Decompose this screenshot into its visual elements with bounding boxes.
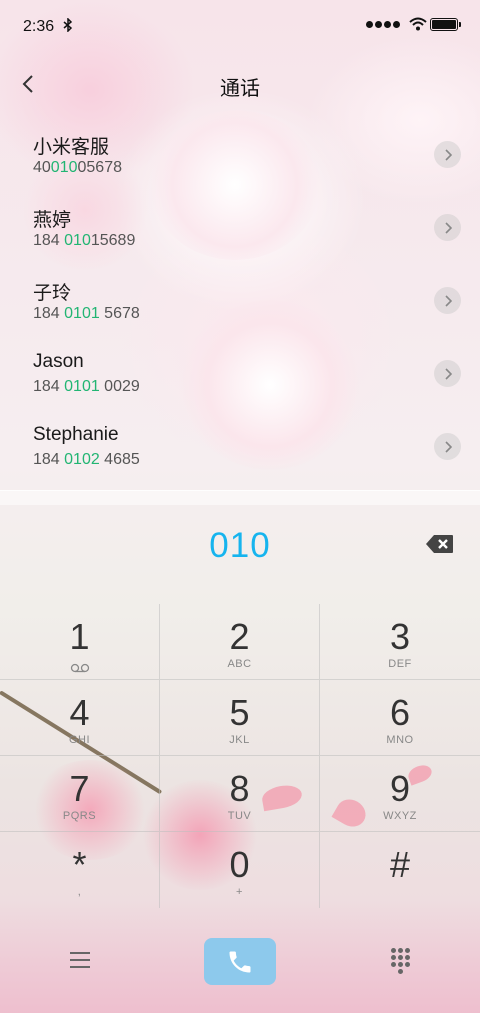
chevron-right-icon xyxy=(444,148,452,161)
signal-dots-icon xyxy=(366,21,400,28)
key-1[interactable]: 1 xyxy=(0,604,160,680)
match-highlight: 010 xyxy=(64,232,91,249)
contact-detail-button[interactable] xyxy=(434,287,461,314)
key-digit: # xyxy=(389,844,411,885)
contact-number: 184 0102 4685 xyxy=(33,451,140,468)
key-digit: 6 xyxy=(389,692,411,733)
contact-item[interactable]: 子玲 184 0101 5678 xyxy=(0,264,480,337)
key-digit: * xyxy=(72,844,87,885)
key-letters: , xyxy=(77,886,82,898)
key-0[interactable]: 0 + xyxy=(160,832,320,908)
key-digit: 0 xyxy=(229,844,250,885)
contact-detail-button[interactable] xyxy=(434,433,461,460)
contact-detail-button[interactable] xyxy=(434,141,461,168)
key-2[interactable]: 2 ABC xyxy=(160,604,320,680)
status-bar: 2:36 xyxy=(0,0,480,50)
key-letters: ABC xyxy=(227,658,252,670)
bluetooth-icon xyxy=(63,17,73,35)
chevron-right-icon xyxy=(444,221,452,234)
key-letters: MNO xyxy=(386,734,414,746)
contact-name: 子玲 xyxy=(33,283,72,304)
key-letters: PQRS xyxy=(62,810,97,822)
contact-number: 184 0101 5678 xyxy=(33,305,140,322)
key-digit: 7 xyxy=(69,768,90,809)
contact-name: 小米客服 xyxy=(33,137,110,158)
chevron-right-icon xyxy=(444,440,452,453)
backspace-icon xyxy=(426,535,453,553)
contact-detail-button[interactable] xyxy=(434,214,461,241)
contact-item[interactable]: Jason 184 0101 0029 xyxy=(0,337,480,410)
key-digit: 1 xyxy=(69,616,90,657)
match-highlight: 0102 xyxy=(64,451,100,468)
list-separator xyxy=(0,491,480,505)
key-digit: 9 xyxy=(389,768,411,809)
page-title: 通话 xyxy=(220,78,260,100)
battery-icon xyxy=(430,18,461,31)
call-button[interactable] xyxy=(204,938,276,985)
contact-detail-button[interactable] xyxy=(434,360,461,387)
match-highlight: 0101 xyxy=(64,378,100,395)
contact-item[interactable]: Stephanie 184 0102 4685 xyxy=(0,410,480,483)
delete-button[interactable] xyxy=(425,533,455,555)
match-highlight: 0101 xyxy=(64,305,100,322)
key-6[interactable]: 6 MNO xyxy=(320,680,480,756)
menu-icon xyxy=(70,952,90,954)
phone-icon xyxy=(229,951,251,972)
chevron-right-icon xyxy=(444,367,452,380)
key-letters: JKL xyxy=(229,734,250,746)
key-digit: 4 xyxy=(69,692,90,733)
key-letters: GHI xyxy=(68,734,91,746)
key-letters: DEF xyxy=(388,658,412,670)
key-digit: 2 xyxy=(229,616,250,657)
contact-list: 小米客服 4001005678 燕婷 184 01015689 子玲 184 0… xyxy=(0,118,480,490)
key-9[interactable]: 9 WXYZ xyxy=(320,756,480,832)
contact-name: Jason xyxy=(33,351,84,372)
contact-name: 燕婷 xyxy=(33,210,72,231)
voicemail-icon xyxy=(70,660,90,678)
contact-name: Stephanie xyxy=(33,424,119,445)
status-time: 2:36 xyxy=(23,18,55,35)
chevron-right-icon xyxy=(444,294,452,307)
key-letters: TUV xyxy=(227,810,252,822)
key-letters: + xyxy=(236,886,243,898)
key-digit: 3 xyxy=(389,616,411,657)
match-highlight: 010 xyxy=(50,159,78,176)
key-letters: WXYZ xyxy=(383,810,417,822)
contact-number: 184 0101 0029 xyxy=(33,378,140,395)
key-star[interactable]: * , xyxy=(0,832,160,908)
contact-item[interactable]: 小米客服 4001005678 xyxy=(0,118,480,191)
key-3[interactable]: 3 DEF xyxy=(320,604,480,680)
key-7[interactable]: 7 PQRS xyxy=(0,756,160,832)
key-4[interactable]: 4 GHI xyxy=(0,680,160,756)
dialpad-icon xyxy=(390,948,396,953)
key-hash[interactable]: # xyxy=(320,832,480,908)
key-5[interactable]: 5 JKL xyxy=(160,680,320,756)
dial-keypad: 1 2 ABC 3 DEF 4 GHI 5 JKL 6 MNO 7 PQRS 8… xyxy=(0,604,480,908)
dialpad-toggle-button[interactable] xyxy=(388,948,412,974)
menu-button[interactable] xyxy=(66,946,94,974)
wifi-icon xyxy=(409,17,427,36)
key-8[interactable]: 8 TUV xyxy=(160,756,320,832)
dial-input[interactable]: 010 xyxy=(0,526,480,566)
key-digit: 5 xyxy=(229,692,250,733)
contact-item[interactable]: 燕婷 184 01015689 xyxy=(0,191,480,264)
contact-number: 184 01015689 xyxy=(33,232,136,249)
contact-number: 4001005678 xyxy=(33,159,122,176)
key-digit: 8 xyxy=(229,768,250,809)
